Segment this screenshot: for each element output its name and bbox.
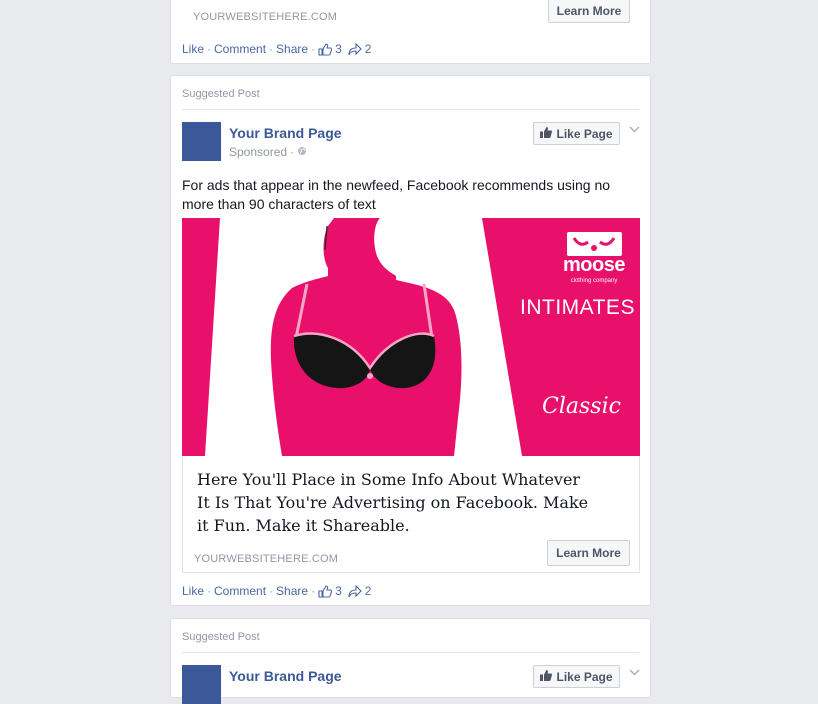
ad-image[interactable]: moose clothing company INTIMATES Classic: [182, 218, 640, 456]
like-link[interactable]: Like: [182, 584, 204, 598]
sponsored-post-card: Suggested Post Your Brand Page Sponsored…: [170, 75, 651, 606]
learn-more-button[interactable]: Learn More: [547, 540, 630, 566]
chevron-down-icon[interactable]: [629, 124, 640, 136]
sponsored-text[interactable]: Sponsored: [229, 145, 287, 159]
share-link[interactable]: Share: [276, 584, 308, 598]
post-text: For ads that appear in the newfeed, Face…: [182, 177, 611, 212]
learn-more-label: Learn More: [556, 3, 622, 18]
thumbs-up-icon: [540, 126, 553, 141]
separator-dot: ·: [311, 584, 316, 598]
brand-page-name[interactable]: Your Brand Page: [229, 125, 342, 141]
share-count[interactable]: 2: [365, 42, 372, 56]
ad-website-url[interactable]: YOURWEBSITEHERE.COM: [193, 11, 337, 23]
ad-tagline: Classic: [542, 394, 621, 419]
thumbs-up-icon[interactable]: [318, 42, 333, 56]
learn-more-button[interactable]: Learn More: [548, 0, 630, 23]
brand-logo-subtext: clothing company: [570, 278, 618, 284]
like-page-label: Like Page: [556, 669, 613, 684]
share-count[interactable]: 2: [365, 584, 372, 598]
share-arrow-icon[interactable]: [348, 42, 362, 56]
like-page-button[interactable]: Like Page: [533, 665, 620, 688]
share-arrow-icon[interactable]: [348, 584, 362, 598]
thumbs-up-icon[interactable]: [318, 584, 333, 598]
like-page-button[interactable]: Like Page: [533, 122, 620, 145]
like-count[interactable]: 3: [335, 584, 342, 598]
share-link[interactable]: Share: [276, 42, 308, 56]
top-post-card: YOURWEBSITEHERE.COM Learn More Like · Co…: [170, 0, 651, 64]
separator-dot: ·: [269, 42, 274, 56]
separator-dot: ·: [207, 42, 212, 56]
sponsored-label: Sponsored ·: [229, 145, 307, 159]
separator-dot: ·: [311, 42, 316, 56]
ad-info-box[interactable]: Here You'll Place in Some Info About Wha…: [182, 456, 640, 573]
separator-dot: ·: [290, 145, 295, 159]
thumbs-up-icon: [540, 669, 553, 684]
globe-icon: [297, 145, 307, 159]
chevron-down-icon[interactable]: [629, 667, 640, 679]
ad-category: INTIMATES: [520, 296, 635, 319]
brand-avatar[interactable]: [182, 665, 221, 704]
brand-logo-text: moose: [563, 254, 625, 276]
header-divider: [182, 652, 639, 653]
comment-link[interactable]: Comment: [214, 42, 266, 56]
like-page-label: Like Page: [556, 126, 613, 141]
like-link[interactable]: Like: [182, 42, 204, 56]
post-actions: Like · Comment · Share · 3 2: [182, 42, 371, 56]
ad-website-url[interactable]: YOURWEBSITEHERE.COM: [194, 553, 338, 565]
brand-avatar[interactable]: [182, 122, 221, 161]
header-divider: [182, 109, 639, 110]
separator-dot: ·: [269, 584, 274, 598]
next-post-card: Suggested Post Your Brand Page Like Page: [170, 618, 651, 704]
like-count[interactable]: 3: [335, 42, 342, 56]
comment-link[interactable]: Comment: [214, 584, 266, 598]
brand-page-name[interactable]: Your Brand Page: [229, 668, 342, 684]
post-actions: Like · Comment · Share · 3 2: [182, 584, 371, 598]
suggested-post-label: Suggested Post: [182, 631, 260, 643]
learn-more-label: Learn More: [556, 546, 621, 560]
separator-dot: ·: [207, 584, 212, 598]
suggested-post-label: Suggested Post: [182, 88, 260, 100]
ad-headline[interactable]: Here You'll Place in Some Info About Wha…: [197, 468, 597, 537]
